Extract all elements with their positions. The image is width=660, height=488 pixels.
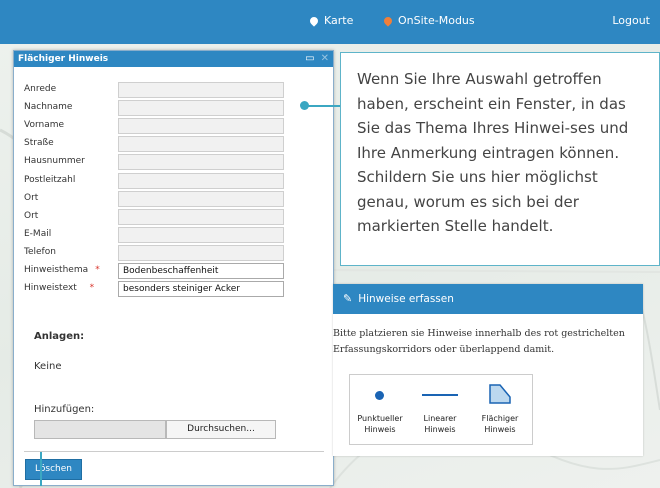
- form-row: Ort: [24, 208, 324, 225]
- form-field-input[interactable]: [118, 208, 284, 225]
- delete-leader-line: [40, 452, 42, 486]
- field-label: E-Mail: [24, 228, 52, 239]
- pushpin-icon: ✎: [343, 292, 353, 305]
- window-title: Flächiger Hinweis: [18, 54, 109, 64]
- field-label: Hausnummer: [24, 156, 85, 167]
- line-hint-option[interactable]: Linearer Hinweis: [410, 375, 470, 444]
- divider: [24, 451, 324, 452]
- option-label: Punktueller: [357, 414, 403, 423]
- polygon-hint-option[interactable]: Flächiger Hinweis: [470, 375, 530, 444]
- form-row: Anrede: [24, 82, 324, 98]
- form-field-input[interactable]: [118, 190, 284, 207]
- logout-link[interactable]: Logout: [612, 14, 650, 27]
- panel-header: ✎ Hinweise erfassen: [333, 284, 643, 314]
- option-label: Flächiger: [481, 414, 519, 423]
- field-label: Straße: [24, 138, 54, 149]
- point-icon: [375, 391, 384, 400]
- maximize-icon[interactable]: ▭: [305, 53, 314, 64]
- window-titlebar[interactable]: Flächiger Hinweis ▭ ✕: [14, 51, 333, 67]
- option-label: Linearer: [423, 414, 457, 423]
- map-pin-icon: [308, 14, 320, 27]
- option-label: Hinweis: [484, 425, 516, 434]
- panel-title: Hinweise erfassen: [358, 293, 454, 305]
- form-field-input[interactable]: [118, 136, 284, 153]
- field-label: Hinweistext: [24, 283, 77, 294]
- location-pin-icon: [382, 14, 394, 27]
- form-row: Hausnummer: [24, 154, 324, 171]
- form-row: Nachname: [24, 100, 324, 117]
- form-row: E-Mail: [24, 226, 324, 243]
- file-path-input[interactable]: [34, 420, 166, 439]
- field-label: Postleitzahl: [24, 174, 76, 185]
- nav-karte-label: Karte: [324, 14, 354, 27]
- form-row: Hinweistext * besonders steiniger Acker: [24, 281, 324, 298]
- nav-karte[interactable]: Karte: [308, 14, 354, 27]
- field-label: Hinweisthema: [24, 265, 89, 275]
- field-label: Vorname: [24, 120, 65, 131]
- form-row: Hinweisthema * Bodenbeschaffenheit: [24, 263, 324, 279]
- form-field-input[interactable]: [118, 244, 284, 261]
- field-label: Telefon: [24, 246, 56, 257]
- hint-type-selector: Punktueller Hinweis Linearer Hinweis Flä…: [349, 374, 533, 445]
- option-label: Hinweis: [364, 425, 396, 434]
- field-label: Ort: [24, 192, 39, 203]
- form-row: Ort: [24, 190, 324, 207]
- form-row: Straße: [24, 136, 324, 153]
- hinweise-panel: ✎ Hinweise erfassen Bitte platzieren sie …: [333, 284, 643, 456]
- required-marker: *: [95, 265, 100, 275]
- nav-onsite-mode[interactable]: OnSite-Modus: [382, 14, 475, 27]
- form-field-input[interactable]: [118, 172, 284, 189]
- browse-button[interactable]: Durchsuchen...: [166, 420, 276, 439]
- form-field-input[interactable]: besonders steiniger Acker: [118, 281, 284, 298]
- form-field-input[interactable]: [118, 82, 284, 98]
- form-field-input[interactable]: [118, 154, 284, 171]
- field-label: Nachname: [24, 102, 73, 113]
- nav-onsite-label: OnSite-Modus: [398, 14, 475, 27]
- form-field-input[interactable]: [118, 226, 284, 243]
- form-field-input[interactable]: [118, 100, 284, 117]
- form-row: Telefon: [24, 244, 324, 261]
- field-label: Ort: [24, 210, 39, 221]
- option-label: Hinweis: [424, 425, 456, 434]
- line-icon: [422, 394, 458, 396]
- form-field-input[interactable]: Bodenbeschaffenheit: [118, 263, 284, 279]
- field-label: Anrede: [24, 84, 57, 94]
- form-row: Postleitzahl: [24, 172, 324, 189]
- form-field-input[interactable]: [118, 118, 284, 135]
- top-navigation-bar: Karte OnSite-Modus Logout: [0, 0, 660, 44]
- add-attachment-label: Hinzufügen:: [34, 404, 95, 415]
- required-marker: *: [89, 283, 95, 294]
- point-hint-option[interactable]: Punktueller Hinweis: [350, 375, 410, 444]
- panel-instructions: Bitte platzieren sie Hinweise innerhalb …: [333, 328, 625, 355]
- attachments-heading: Anlagen:: [34, 331, 85, 342]
- delete-button[interactable]: Löschen: [25, 459, 82, 480]
- form-window: Flächiger Hinweis ▭ ✕ Anrede Nachname Vorna…: [13, 50, 334, 486]
- attachments-empty: Keine: [34, 361, 62, 372]
- instruction-callout: Wenn Sie Ihre Auswahl getroffen haben, e…: [340, 52, 660, 266]
- callout-leader-line: [305, 105, 341, 107]
- form-row: Vorname: [24, 118, 324, 135]
- polygon-icon: [489, 384, 511, 404]
- close-icon[interactable]: ✕: [321, 53, 329, 64]
